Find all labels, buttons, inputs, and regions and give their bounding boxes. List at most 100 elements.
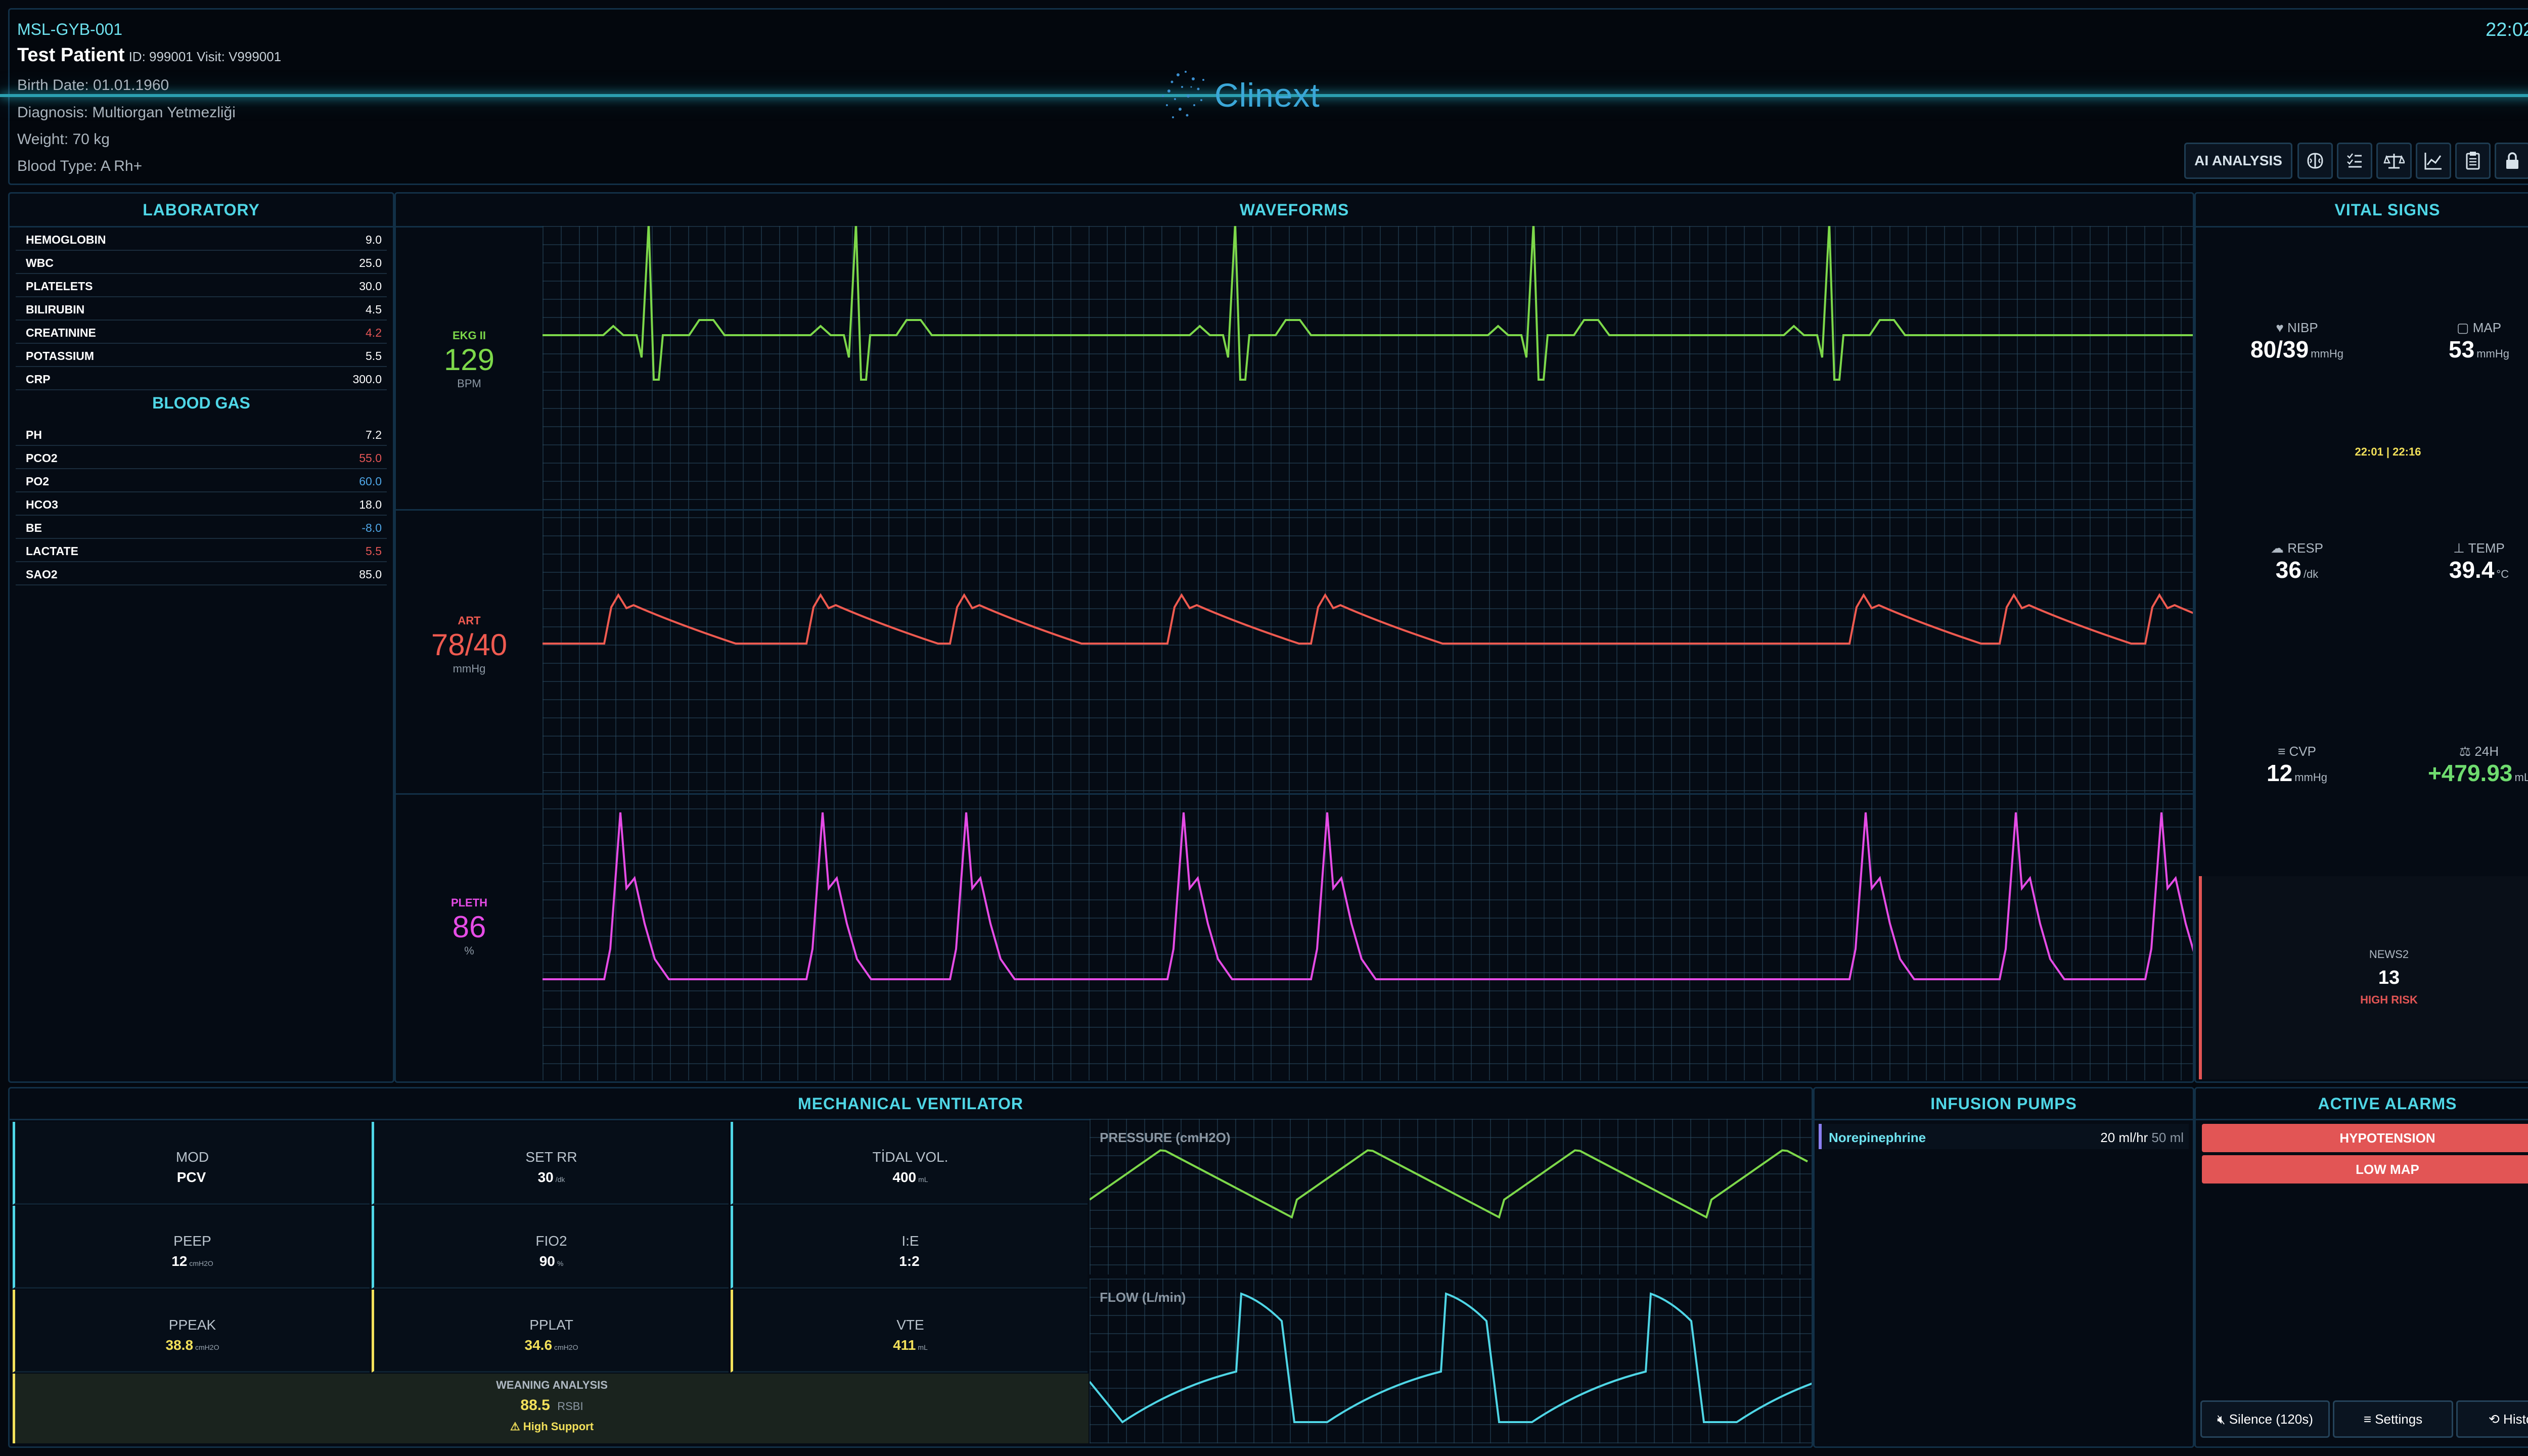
patient-name: Test Patient <box>17 44 125 66</box>
alarms-title: ACTIVE ALARMS <box>2196 1088 2528 1120</box>
ekg-label: EKG II <box>452 329 486 342</box>
vent-setting-value: PCV <box>176 1169 206 1185</box>
blood-gas-name: SAO2 <box>26 568 58 581</box>
map-unit: mmHg <box>2476 347 2509 360</box>
ekg-value: 129 <box>443 343 495 377</box>
vent-setting-peep[interactable]: PEEP 12 cmH2O <box>13 1206 370 1289</box>
news2-score-card: NEWS2 13 HIGH RISK <box>2199 876 2528 1079</box>
vent-setting-label: TİDAL VOL. <box>872 1149 949 1165</box>
patient-name-block: Test Patient ID: 999001 Visit: V999001 <box>17 44 281 66</box>
balance-value: +479.93 <box>2427 760 2513 786</box>
nibp-vital: ♥ NIBP 80/39 mmHg <box>2206 320 2388 363</box>
ventilator-title: MECHANICAL VENTILATOR <box>10 1088 1812 1120</box>
vent-setting-mod[interactable]: MOD PCV <box>13 1122 370 1205</box>
alarms-panel: ACTIVE ALARMS HYPOTENSION LOW MAP <box>2194 1087 2528 1448</box>
thermometer-icon: ⊥ <box>2453 540 2465 556</box>
infusion-rate-block: 20 ml/hr 50 ml <box>2100 1130 2184 1146</box>
lab-value: 4.5 <box>366 303 382 316</box>
settings-button[interactable]: ≡ Settings <box>2333 1400 2453 1438</box>
blood-gas-name: PCO2 <box>26 451 58 465</box>
waveforms-panel: WAVEFORMS EKG II 129 BPM ART 78/40 mmHg … <box>394 192 2194 1083</box>
lab-row: PLATELETS 30.0 <box>16 274 387 297</box>
history-button[interactable]: ⟲ History <box>2456 1400 2528 1438</box>
laboratory-panel: LABORATORY HEMOGLOBIN 9.0 WBC 25.0 PLATELETS… <box>8 192 394 1083</box>
lab-row: CREATININE 4.2 <box>16 320 387 344</box>
vent-setting-ti-dal-vol-[interactable]: TİDAL VOL. 400 mL <box>731 1122 1088 1205</box>
blood-gas-name: BE <box>26 521 42 534</box>
trend-chart-icon[interactable] <box>2416 143 2451 179</box>
art-readout: ART 78/40 mmHg <box>426 614 512 675</box>
ekg-unit: BPM <box>457 377 481 390</box>
waveforms-title: WAVEFORMS <box>396 194 2193 228</box>
blood-gas-name: LACTATE <box>26 544 78 558</box>
temp-unit: °C <box>2496 568 2509 580</box>
diagnosis: Diagnosis: Multiorgan Yetmezliği <box>17 104 236 121</box>
blood-gas-value: -8.0 <box>362 521 382 534</box>
vent-setting-value: 34.6 cmH2O <box>524 1337 578 1353</box>
temp-label: TEMP <box>2468 540 2505 556</box>
infusion-panel: INFUSION PUMPS Norepinephrine 20 ml/hr 5… <box>1813 1087 2194 1448</box>
blood-gas-value: 60.0 <box>359 475 382 488</box>
pleth-unit: % <box>464 944 474 957</box>
vital-signs-panel: VITAL SIGNS ♥ NIBP 80/39 mmHg ▢ MAP 53 mmH… <box>2194 192 2528 1083</box>
vent-setting-i-e[interactable]: I:E 1:2 <box>731 1206 1088 1289</box>
brain-icon[interactable] <box>2297 143 2333 179</box>
weight: Weight: 70 kg <box>17 131 110 148</box>
settings-icon: ≡ <box>2363 1412 2375 1427</box>
flow-trace <box>1090 1292 1812 1424</box>
blood-gas-name: PH <box>26 428 42 441</box>
clipboard-icon[interactable] <box>2455 143 2491 179</box>
vent-setting-label: VTE <box>896 1317 924 1333</box>
infusion-row[interactable]: Norepinephrine 20 ml/hr 50 ml <box>1819 1124 2189 1149</box>
vent-setting-label: PPEAK <box>168 1317 216 1333</box>
vent-setting-label: MOD <box>175 1149 209 1165</box>
infusion-rate: 20 ml/hr <box>2100 1130 2148 1145</box>
alarm-low-map[interactable]: LOW MAP <box>2202 1155 2528 1184</box>
resp-vital: ☁ RESP 36/dk <box>2206 540 2388 583</box>
blood-type: Blood Type: A Rh+ <box>17 158 143 174</box>
cvp-vital: ≡ CVP 12 mmHg <box>2206 744 2388 787</box>
heart-icon: ♥ <box>2276 320 2284 335</box>
blood-gas-value: 18.0 <box>359 498 382 511</box>
vent-setting-value: 411 mL <box>893 1337 928 1353</box>
weaning-status-text: High Support <box>523 1420 594 1433</box>
vent-setting-set-rr[interactable]: SET RR 30/dk <box>372 1122 729 1205</box>
lines-icon: ≡ <box>2278 744 2286 759</box>
nibp-value: 80/39 <box>2250 336 2309 362</box>
pleth-label: PLETH <box>450 896 488 909</box>
vent-setting-ppeak[interactable]: PPEAK 38.8 cmH2O <box>13 1290 370 1373</box>
blood-gas-row: PCO2 55.0 <box>16 445 387 469</box>
ai-analysis-button[interactable]: AI ANALYSIS <box>2184 143 2292 179</box>
vent-setting-label: SET RR <box>525 1149 577 1165</box>
birth-date: Birth Date: 01.01.1960 <box>17 77 169 94</box>
checklist-icon[interactable] <box>2337 143 2372 179</box>
patient-code: MSL-GYB-001 <box>17 20 123 38</box>
vent-setting-vte[interactable]: VTE 411 mL <box>731 1290 1088 1373</box>
vent-setting-value: 12 cmH2O <box>171 1253 213 1269</box>
news2-label: NEWS2 <box>2369 948 2409 961</box>
cvp-unit: mmHg <box>2294 771 2327 784</box>
blood-gas-value: 7.2 <box>366 428 382 441</box>
vent-setting-pplat[interactable]: PPLAT 34.6 cmH2O <box>372 1290 729 1373</box>
logo-text: Clinext <box>1214 76 1320 114</box>
alarm-hypotension[interactable]: HYPOTENSION <box>2202 1124 2528 1152</box>
weaning-analysis: WEANING ANALYSIS 88.5 RSBI ⚠ High Suppor… <box>13 1374 1089 1443</box>
lock-icon[interactable] <box>2495 143 2528 179</box>
resp-unit: /dk <box>2303 568 2319 580</box>
cvp-label: CVP <box>2289 744 2316 759</box>
waveform-traces <box>543 226 2193 980</box>
blood-gas-name: HCO3 <box>26 498 58 511</box>
pressure-trace <box>1090 1149 1808 1219</box>
history-icon: ⟲ <box>2489 1412 2504 1427</box>
balance-icon[interactable] <box>2376 143 2412 179</box>
vent-setting-fio2[interactable]: FIO2 90% <box>372 1206 729 1289</box>
lab-name: CREATININE <box>26 326 96 339</box>
vent-setting-label: FIO2 <box>535 1233 567 1249</box>
patient-ids: ID: 999001 Visit: V999001 <box>128 49 282 64</box>
lab-name: BILIRUBIN <box>26 303 85 316</box>
weaning-status: ⚠ High Support <box>15 1420 1089 1433</box>
silence-button[interactable]: 🔇︎ Silence (120s) <box>2200 1400 2330 1438</box>
blood-gas-row: HCO3 18.0 <box>16 492 387 516</box>
ekg-readout: EKG II 129 BPM <box>426 329 512 390</box>
news2-value: 13 <box>2378 967 2400 988</box>
